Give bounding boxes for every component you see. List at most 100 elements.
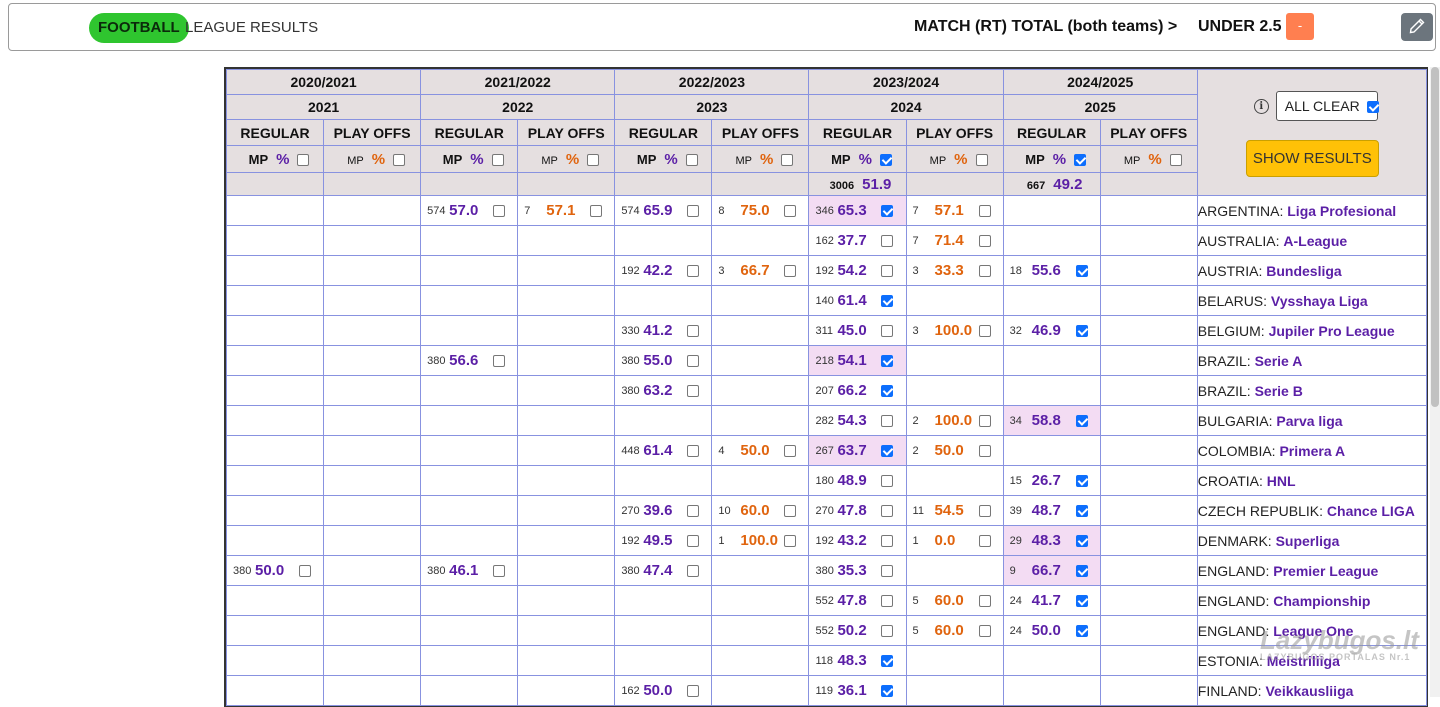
league-season-checkbox[interactable] (881, 354, 894, 367)
league-link[interactable]: Parva liga (1276, 413, 1342, 429)
remove-selection-button[interactable]: - (1286, 13, 1314, 40)
league-season-checkbox[interactable] (881, 564, 894, 577)
league-season-checkbox[interactable] (978, 414, 991, 427)
league-season-checkbox[interactable] (1075, 504, 1088, 517)
league-season-checkbox[interactable] (978, 264, 991, 277)
league-name[interactable]: ARGENTINA: Liga Profesional (1196, 195, 1428, 226)
league-link[interactable]: Veikkausliiga (1265, 683, 1353, 699)
league-season-checkbox[interactable] (299, 564, 311, 577)
league-season-checkbox[interactable] (687, 384, 700, 397)
league-season-checkbox[interactable] (881, 294, 894, 307)
league-season-checkbox[interactable] (881, 204, 894, 217)
league-name[interactable]: COLOMBIA: Primera A (1196, 435, 1428, 466)
league-name[interactable]: FINLAND: Veikkausliiga (1196, 675, 1428, 706)
playoffs-checkbox[interactable] (975, 153, 988, 166)
league-name[interactable]: ENGLAND: Premier League (1196, 555, 1428, 586)
league-season-checkbox[interactable] (881, 474, 894, 487)
league-name[interactable]: BRAZIL: Serie A (1196, 345, 1428, 376)
league-link[interactable]: Championship (1273, 593, 1370, 609)
league-link[interactable]: Primera A (1279, 443, 1345, 459)
league-season-checkbox[interactable] (881, 504, 894, 517)
league-link[interactable]: A-League (1283, 233, 1347, 249)
scrollbar-thumb[interactable] (1431, 67, 1439, 407)
show-results-button[interactable]: SHOW RESULTS (1245, 140, 1379, 177)
sport-badge[interactable]: FOOTBALL (89, 13, 189, 43)
all-clear-checkbox[interactable] (1366, 101, 1379, 114)
league-name[interactable]: DENMARK: Superliga (1196, 525, 1428, 556)
league-season-checkbox[interactable] (784, 264, 797, 277)
all-clear-button[interactable]: ALL CLEAR (1275, 91, 1379, 121)
league-link[interactable]: Bundesliga (1266, 263, 1341, 279)
scrollbar[interactable] (1430, 67, 1440, 697)
league-season-checkbox[interactable] (881, 414, 894, 427)
regular-season-checkbox[interactable] (1074, 153, 1087, 166)
league-name[interactable]: CROATIA: HNL (1196, 465, 1428, 496)
league-season-checkbox[interactable] (881, 624, 894, 637)
league-season-checkbox[interactable] (493, 564, 506, 577)
league-name[interactable]: BELGIUM: Jupiler Pro League (1196, 315, 1428, 346)
league-season-checkbox[interactable] (978, 324, 991, 337)
league-season-checkbox[interactable] (1075, 264, 1088, 277)
league-season-checkbox[interactable] (1075, 624, 1088, 637)
league-season-checkbox[interactable] (687, 204, 700, 217)
regular-season-checkbox[interactable] (685, 153, 698, 166)
league-season-checkbox[interactable] (881, 444, 894, 457)
league-season-checkbox[interactable] (881, 384, 894, 397)
league-name[interactable]: BULGARIA: Parva liga (1196, 405, 1428, 436)
league-link[interactable]: Serie A (1255, 353, 1303, 369)
edit-button[interactable] (1401, 13, 1433, 41)
league-season-checkbox[interactable] (978, 204, 991, 217)
league-season-checkbox[interactable] (784, 534, 797, 547)
info-icon[interactable]: i (1253, 99, 1269, 114)
league-link[interactable]: Premier League (1273, 563, 1378, 579)
league-name[interactable]: AUSTRALIA: A-League (1196, 225, 1428, 256)
league-season-checkbox[interactable] (1075, 474, 1088, 487)
league-season-checkbox[interactable] (881, 594, 894, 607)
league-season-checkbox[interactable] (1075, 414, 1088, 427)
playoffs-checkbox[interactable] (1169, 153, 1182, 166)
league-season-checkbox[interactable] (881, 684, 894, 697)
league-link[interactable]: Serie B (1255, 383, 1303, 399)
league-link[interactable]: Jupiler Pro League (1269, 323, 1395, 339)
league-season-checkbox[interactable] (881, 534, 894, 547)
league-season-checkbox[interactable] (687, 684, 700, 697)
league-season-checkbox[interactable] (784, 504, 797, 517)
league-season-checkbox[interactable] (687, 264, 700, 277)
league-season-checkbox[interactable] (784, 444, 797, 457)
league-season-checkbox[interactable] (978, 594, 991, 607)
league-season-checkbox[interactable] (978, 624, 991, 637)
regular-season-checkbox[interactable] (491, 153, 504, 166)
league-season-checkbox[interactable] (687, 504, 700, 517)
league-link[interactable]: Superliga (1276, 533, 1340, 549)
league-season-checkbox[interactable] (881, 654, 894, 667)
league-name[interactable]: CZECH REPUBLIK: Chance LIGA (1196, 495, 1428, 526)
playoffs-checkbox[interactable] (587, 153, 600, 166)
league-link[interactable]: Vysshaya Liga (1271, 293, 1368, 309)
league-name[interactable]: ENGLAND: Championship (1196, 585, 1428, 616)
league-season-checkbox[interactable] (1075, 324, 1088, 337)
league-season-checkbox[interactable] (1075, 564, 1088, 577)
league-season-checkbox[interactable] (978, 444, 991, 457)
market-label[interactable]: MATCH (RT) TOTAL (both teams) > (914, 18, 1177, 36)
league-season-checkbox[interactable] (881, 234, 894, 247)
league-season-checkbox[interactable] (881, 324, 894, 337)
playoffs-checkbox[interactable] (393, 153, 406, 166)
league-link[interactable]: Liga Profesional (1287, 203, 1396, 219)
league-season-checkbox[interactable] (687, 534, 700, 547)
league-season-checkbox[interactable] (1075, 594, 1088, 607)
league-name[interactable]: AUSTRIA: Bundesliga (1196, 255, 1428, 286)
league-season-checkbox[interactable] (784, 204, 797, 217)
playoffs-checkbox[interactable] (781, 153, 794, 166)
league-season-checkbox[interactable] (1075, 534, 1088, 547)
league-season-checkbox[interactable] (687, 444, 700, 457)
league-season-checkbox[interactable] (978, 234, 991, 247)
regular-season-checkbox[interactable] (297, 153, 310, 166)
league-season-checkbox[interactable] (687, 324, 700, 337)
league-season-checkbox[interactable] (978, 504, 991, 517)
league-season-checkbox[interactable] (590, 204, 603, 217)
league-season-checkbox[interactable] (881, 264, 894, 277)
league-link[interactable]: Chance LIGA (1327, 503, 1415, 519)
league-season-checkbox[interactable] (687, 564, 700, 577)
league-name[interactable]: BELARUS: Vysshaya Liga (1196, 285, 1428, 316)
league-link[interactable]: HNL (1267, 473, 1296, 489)
